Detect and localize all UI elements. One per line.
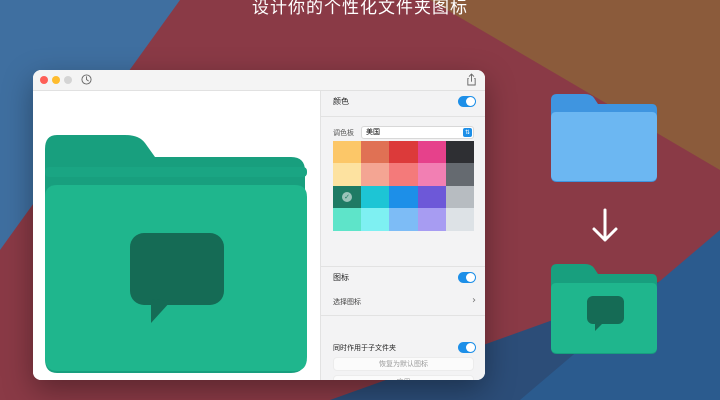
close-button[interactable] (40, 76, 48, 84)
title-bar (33, 70, 485, 91)
color-swatch[interactable] (417, 185, 446, 209)
color-palette: ✓ (333, 141, 474, 253)
color-swatch[interactable]: ✓ (333, 185, 362, 209)
color-swatch[interactable] (445, 141, 474, 164)
choose-icon-label: 选择图标 (333, 298, 361, 306)
apply-subfolders-toggle[interactable] (458, 342, 476, 353)
color-swatch[interactable] (389, 163, 418, 186)
apply-button[interactable]: 应用 (333, 375, 474, 380)
folder-after-icon (551, 264, 657, 354)
color-swatch[interactable] (445, 163, 474, 186)
color-swatch[interactable] (333, 141, 362, 164)
color-section-label: 颜色 (333, 97, 349, 106)
folder-before-icon (551, 94, 657, 182)
color-swatch[interactable] (445, 185, 474, 209)
arrow-down-icon (592, 208, 618, 242)
settings-panel: 颜色 调色板 美国 ⇅ ✓ 图标 选择图标 › 同时作用于子文件夹 恢复为默认图… (320, 91, 485, 380)
color-swatch[interactable] (361, 163, 390, 186)
chevron-updown-icon: ⇅ (463, 128, 472, 137)
color-toggle[interactable] (458, 96, 476, 107)
restore-default-button[interactable]: 恢复为默认图标 (333, 357, 474, 371)
color-swatch[interactable] (361, 141, 390, 164)
color-swatch[interactable] (389, 141, 418, 164)
palette-select-value: 美国 (366, 128, 380, 136)
color-swatch[interactable] (445, 208, 474, 231)
minimize-button[interactable] (52, 76, 60, 84)
headline: 设计你的个性化文件夹图标 (252, 0, 468, 18)
share-icon[interactable] (466, 73, 477, 86)
color-swatch[interactable] (333, 163, 362, 186)
icon-toggle[interactable] (458, 272, 476, 283)
color-swatch[interactable] (417, 208, 446, 231)
color-swatch[interactable] (389, 185, 418, 209)
apply-subfolders-label: 同时作用于子文件夹 (333, 344, 396, 352)
app-window: 颜色 调色板 美国 ⇅ ✓ 图标 选择图标 › 同时作用于子文件夹 恢复为默认图… (33, 70, 485, 380)
chevron-right-icon: › (472, 295, 476, 306)
color-swatch[interactable] (417, 141, 446, 164)
checkmark-icon: ✓ (342, 191, 353, 202)
color-swatch[interactable] (417, 163, 446, 186)
icon-section-label: 图标 (333, 273, 349, 282)
choose-icon-row[interactable]: 选择图标 › (333, 295, 476, 307)
color-swatch[interactable] (389, 208, 418, 231)
color-swatch[interactable] (361, 185, 390, 209)
clock-icon[interactable] (81, 74, 92, 85)
zoom-button[interactable] (64, 76, 72, 84)
folder-preview (33, 91, 320, 380)
color-swatch[interactable] (333, 208, 362, 231)
color-swatch[interactable] (361, 208, 390, 231)
folder-preview-icon (45, 135, 307, 373)
palette-select[interactable]: 美国 ⇅ (361, 126, 474, 139)
